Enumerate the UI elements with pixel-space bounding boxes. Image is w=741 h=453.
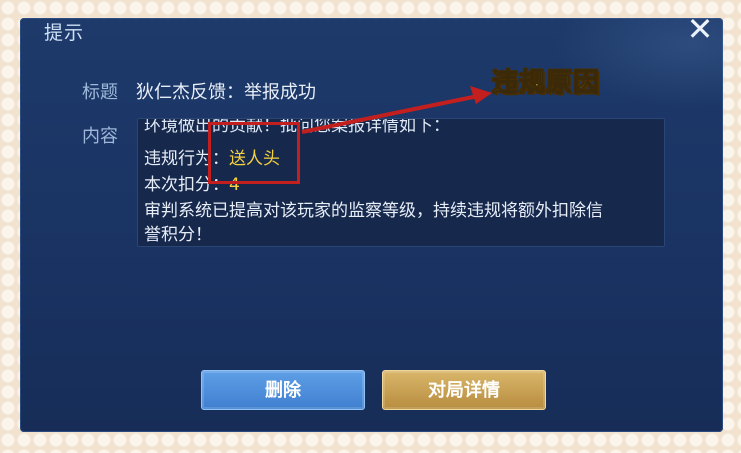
annotation-arrow [301, 86, 492, 134]
violation-reason-annotation: 违规原因 [491, 68, 601, 99]
